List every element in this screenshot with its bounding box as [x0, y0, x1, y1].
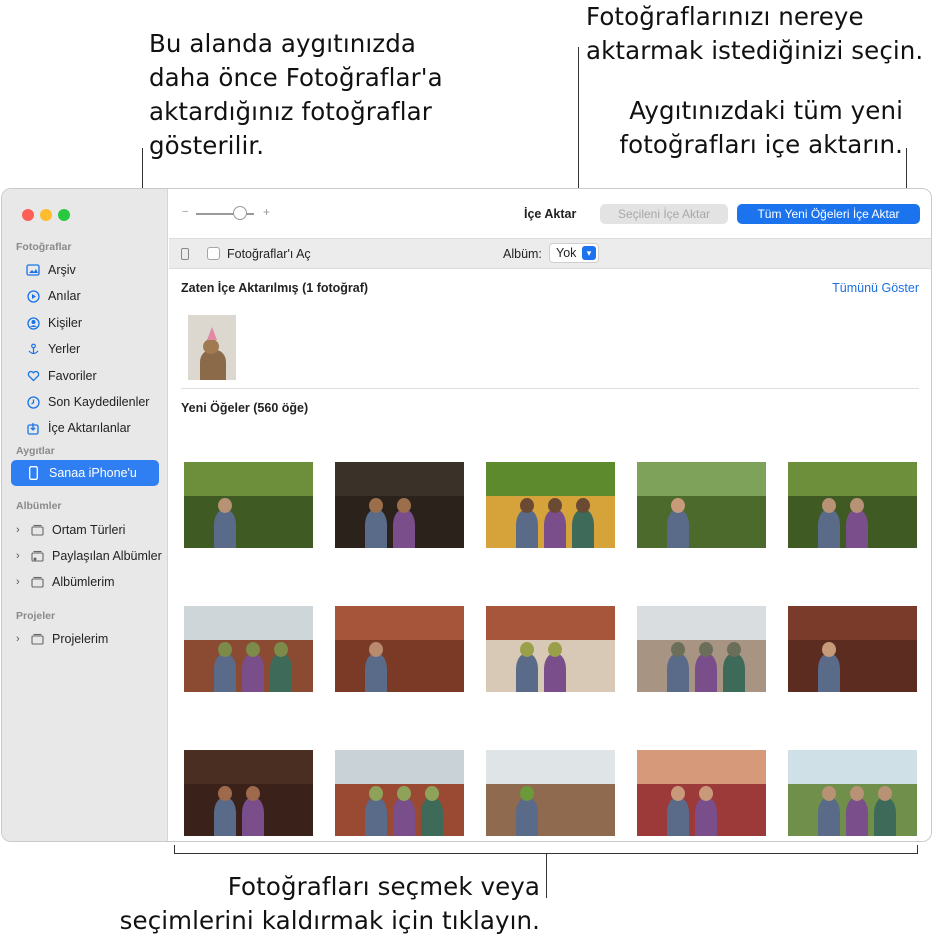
sidebar-album-my-albums[interactable]: › Albümlerim	[16, 572, 115, 592]
minimize-window-button[interactable]	[40, 209, 52, 221]
sidebar-item-recents[interactable]: Son Kaydedilenler	[26, 392, 149, 412]
zoom-slider-knob[interactable]	[233, 206, 247, 220]
sidebar-section-photos: Fotoğraflar	[16, 241, 72, 253]
sidebar-item-label: Son Kaydedilenler	[48, 395, 150, 409]
photo-library-icon	[26, 263, 40, 277]
sidebar-project-my-projects[interactable]: › Projelerim	[16, 629, 108, 649]
photo-thumbnail[interactable]	[637, 606, 766, 692]
photo-thumbnail[interactable]	[637, 462, 766, 548]
chevron-right-icon[interactable]: ›	[16, 633, 26, 645]
callout-import-all: Aygıtınızdaki tüm yeni fotoğrafları içe …	[619, 96, 903, 159]
sidebar-item-places[interactable]: Yerler	[26, 339, 80, 359]
sidebar-item-label: İçe Aktarılanlar	[48, 421, 131, 435]
sidebar-album-shared[interactable]: › Paylaşılan Albümler	[16, 546, 162, 566]
import-selected-button[interactable]: Seçileni İçe Aktar	[600, 204, 728, 224]
places-icon	[26, 342, 40, 356]
chevron-right-icon[interactable]: ›	[16, 576, 26, 588]
chevron-right-icon[interactable]: ›	[16, 550, 26, 562]
sidebar-item-people[interactable]: Kişiler	[26, 313, 82, 333]
sidebar-item-favorites[interactable]: Favoriler	[26, 366, 97, 386]
album-label: Albüm:	[503, 247, 542, 261]
sidebar-section-projects: Projeler	[16, 610, 56, 622]
photo-thumbnail[interactable]	[335, 750, 464, 836]
zoom-in-icon[interactable]: +	[263, 205, 270, 219]
import-options-bar: Fotoğraflar'ı Aç Albüm: Yok ▾	[169, 238, 931, 269]
album-select-value: Yok	[556, 246, 577, 260]
sidebar-album-label: Albümlerim	[52, 575, 115, 589]
toolbar: − + İçe Aktar Seçileni İçe Aktar Tüm Yen…	[169, 189, 931, 238]
shared-album-icon	[30, 550, 44, 562]
page-title: İçe Aktar	[524, 207, 577, 221]
section-divider	[181, 388, 919, 389]
import-all-new-button[interactable]: Tüm Yeni Öğeleri İçe Aktar	[737, 204, 920, 224]
sidebar-item-device[interactable]: Sanaa iPhone'u	[11, 460, 159, 486]
photo-thumbnail[interactable]	[486, 462, 615, 548]
photo-thumbnail[interactable]	[335, 606, 464, 692]
new-items-title: Yeni Öğeler (560 öğe)	[181, 401, 309, 415]
photo-thumbnail[interactable]	[335, 462, 464, 548]
memories-icon	[26, 289, 40, 303]
sidebar-section-devices: Aygıtlar	[16, 445, 55, 457]
sidebar: Fotoğraflar Arşiv Anılar Kişiler Yerler …	[2, 189, 168, 841]
sidebar-item-label: Kişiler	[48, 316, 83, 330]
leader-line	[917, 845, 918, 854]
clock-icon	[26, 395, 40, 409]
folder-stack-icon	[30, 524, 44, 536]
already-imported-title: Zaten İçe Aktarılmış (1 fotoğraf)	[181, 281, 369, 295]
callout-select: Fotoğrafları seçmek veya seçimlerini kal…	[119, 872, 540, 935]
photos-import-window: Fotoğraflar Arşiv Anılar Kişiler Yerler …	[1, 188, 932, 842]
open-photos-checkbox[interactable]	[207, 247, 220, 260]
sidebar-album-media-types[interactable]: › Ortam Türleri	[16, 520, 125, 540]
iphone-icon	[181, 248, 189, 260]
photo-thumbnail[interactable]	[788, 462, 917, 548]
import-content: Zaten İçe Aktarılmış (1 fotoğraf) Tümünü…	[169, 270, 931, 841]
chevron-down-icon: ▾	[582, 246, 596, 260]
sidebar-item-memories[interactable]: Anılar	[26, 286, 81, 306]
zoom-window-button[interactable]	[58, 209, 70, 221]
album-select[interactable]: Yok ▾	[549, 243, 599, 263]
iphone-icon	[25, 466, 41, 480]
photo-thumbnail[interactable]	[788, 606, 917, 692]
import-icon	[26, 421, 40, 435]
callout-destination: Fotoğraflarınızı nereye aktarmak istediğ…	[586, 2, 924, 65]
leader-line	[174, 845, 175, 854]
people-icon	[26, 316, 40, 330]
photo-thumbnail[interactable]	[184, 750, 313, 836]
chevron-right-icon[interactable]: ›	[16, 524, 26, 536]
sidebar-item-archive[interactable]: Arşiv	[26, 260, 76, 280]
photo-thumbnail[interactable]	[188, 315, 236, 380]
sidebar-item-label: Arşiv	[48, 263, 76, 277]
leader-line	[546, 853, 547, 898]
folder-stack-icon	[30, 633, 44, 645]
sidebar-album-label: Ortam Türleri	[52, 523, 126, 537]
sidebar-item-label: Favoriler	[48, 369, 97, 383]
heart-icon	[26, 369, 40, 383]
show-all-link[interactable]: Tümünü Göster	[832, 281, 919, 295]
sidebar-item-label: Anılar	[48, 289, 81, 303]
callout-device-photos: Bu alanda aygıtınızda daha önce Fotoğraf…	[149, 29, 443, 160]
sidebar-device-label: Sanaa iPhone'u	[49, 466, 137, 480]
photo-thumbnail[interactable]	[184, 606, 313, 692]
zoom-out-icon[interactable]: −	[182, 206, 188, 218]
photo-thumbnail[interactable]	[486, 606, 615, 692]
sidebar-item-label: Yerler	[48, 342, 81, 356]
open-photos-label: Fotoğraflar'ı Aç	[227, 247, 311, 261]
photo-thumbnail[interactable]	[637, 750, 766, 836]
sidebar-section-albums: Albümler	[16, 500, 62, 512]
close-window-button[interactable]	[22, 209, 34, 221]
sidebar-album-label: Paylaşılan Albümler	[52, 549, 162, 563]
sidebar-item-imports[interactable]: İçe Aktarılanlar	[26, 418, 131, 438]
folder-stack-icon	[30, 576, 44, 588]
photo-thumbnail[interactable]	[788, 750, 917, 836]
photo-thumbnail[interactable]	[184, 462, 313, 548]
sidebar-project-label: Projelerim	[52, 632, 109, 646]
photo-thumbnail[interactable]	[486, 750, 615, 836]
